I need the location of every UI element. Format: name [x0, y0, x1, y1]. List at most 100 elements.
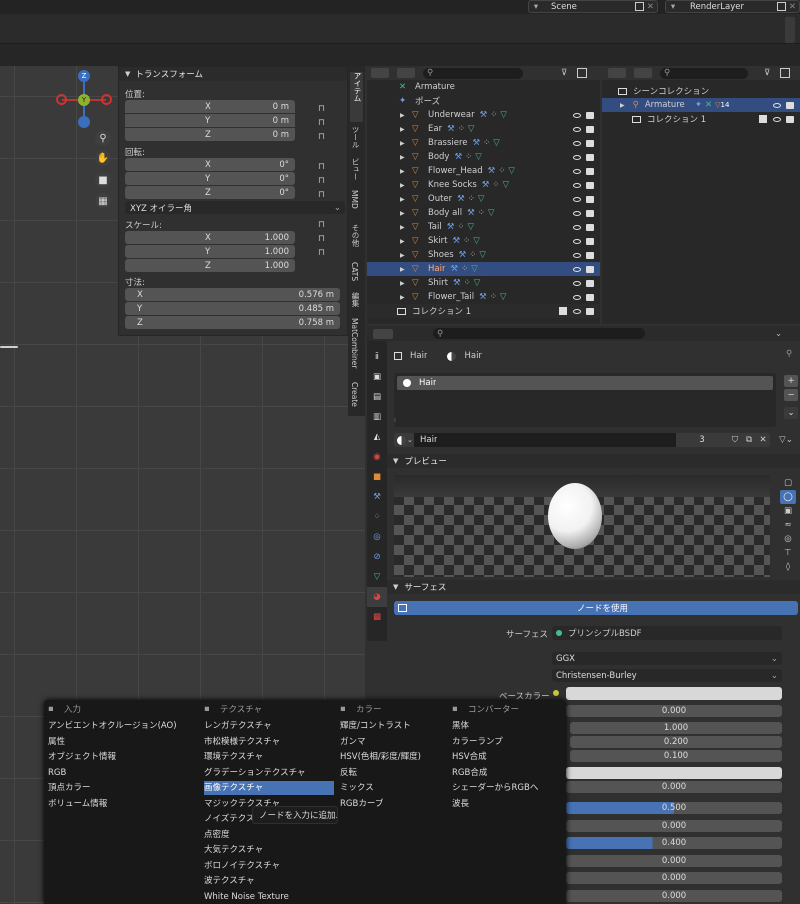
scene-collection-row[interactable]: シーンコレクション	[602, 84, 800, 98]
menu-item[interactable]: RGB合成	[452, 766, 582, 780]
expand-arrow-icon[interactable]: ▶	[400, 112, 410, 119]
outliner-item[interactable]: ▶ ▽ Knee Socks ⚒ ⁘ ▽	[367, 178, 600, 192]
menu-item[interactable]: 反転	[340, 766, 470, 780]
tool-settings-icon[interactable]: ⅱ	[367, 347, 387, 367]
preview-panel-header[interactable]: ▼ プレビュー	[387, 454, 800, 468]
user-count-field[interactable]: 3	[676, 433, 728, 447]
menu-item[interactable]: カラーランプ	[452, 735, 582, 749]
camera-view-icon[interactable]: ■	[95, 172, 111, 188]
grid-view-icon[interactable]: ▦	[95, 193, 111, 209]
data-mesh-icon[interactable]: ▽	[367, 567, 387, 587]
color-swatch[interactable]	[566, 767, 782, 779]
preview-monkey-icon[interactable]: ◎	[780, 532, 796, 546]
object-icon[interactable]: ■	[367, 467, 387, 487]
preview-fluid-icon[interactable]: ◊	[780, 560, 796, 574]
eye-icon[interactable]	[573, 238, 581, 244]
menu-item[interactable]: アンビエントオクルージョン(AO)	[48, 719, 198, 733]
expand-arrow-icon[interactable]: ▶	[620, 102, 625, 109]
eye-icon[interactable]	[773, 116, 781, 122]
base-color-swatch[interactable]	[566, 687, 782, 700]
menu-item[interactable]: 環境テクスチャ	[204, 750, 334, 764]
menu-item[interactable]: 点密度	[204, 828, 334, 842]
property-value-field[interactable]: 0.500	[566, 802, 782, 814]
physics-icon[interactable]: ◎	[367, 527, 387, 547]
outliner-item[interactable]: ▶ ▽ Flower_Tail ⚒ ⁘ ▽	[367, 290, 600, 304]
menu-item[interactable]: 市松模様テクスチャ	[204, 735, 334, 749]
scene-icon[interactable]: ◭	[367, 427, 387, 447]
outliner-item[interactable]: ✦ ポーズ	[367, 94, 600, 108]
copy-scene-icon[interactable]	[634, 2, 644, 11]
menu-item[interactable]: RGBカーブ	[340, 797, 470, 811]
editor-type-icon[interactable]	[373, 328, 393, 339]
tab-view[interactable]: ビュー	[350, 158, 361, 181]
camera-icon[interactable]	[586, 307, 594, 315]
camera-icon[interactable]	[586, 251, 594, 259]
surface-panel-header[interactable]: ▼ サーフェス	[387, 580, 800, 594]
location-z-field[interactable]: Z 0 m	[125, 128, 295, 141]
menu-item[interactable]: 画像テクスチャ	[204, 781, 334, 795]
menu-item[interactable]: 属性	[48, 735, 198, 749]
menu-item[interactable]: ボロノイテクスチャ	[204, 859, 334, 873]
menu-item[interactable]: ボリューム情報	[48, 797, 198, 811]
lock-icon[interactable]: ⊓	[318, 218, 332, 232]
menu-item[interactable]: 波テクスチャ	[204, 874, 334, 888]
eye-icon[interactable]	[573, 182, 581, 188]
rotation-y-field[interactable]: Y 0°	[125, 172, 295, 185]
expand-arrow-icon[interactable]: ▶	[400, 168, 410, 175]
outliner-item[interactable]: ▶ ▽ Brassiere ⚒ ⁘ ▽	[367, 136, 600, 150]
menu-item[interactable]: ガンマ	[340, 735, 470, 749]
menu-item[interactable]: グラデーションテクスチャ	[204, 766, 334, 780]
eye-icon[interactable]	[573, 126, 581, 132]
tab-create[interactable]: Create	[350, 382, 359, 407]
outliner-item[interactable]: ✕ Armature	[367, 80, 600, 94]
editor-type-icon[interactable]	[371, 68, 389, 78]
scale-z-field[interactable]: Z 1.000	[125, 259, 295, 272]
gizmo-y-handle[interactable]: Y	[78, 94, 90, 106]
outliner-search-input[interactable]: ⚲	[660, 67, 748, 79]
checkbox-icon[interactable]	[759, 115, 767, 123]
zoom-icon[interactable]: ⚲	[95, 130, 111, 146]
outliner-item[interactable]: ▶ ▽ Shirt ⚒ ⁘ ▽	[367, 276, 600, 290]
gizmo-x-handle[interactable]	[101, 94, 112, 105]
filter-icon[interactable]: ⊽	[764, 68, 770, 78]
outliner-item[interactable]: ▶ ▽ Body all ⚒ ⁘ ▽	[367, 206, 600, 220]
close-scene-icon[interactable]: ✕	[647, 2, 654, 12]
expand-arrow-icon[interactable]: ▶	[400, 210, 410, 217]
expand-arrow-icon[interactable]: ▶	[400, 266, 410, 273]
collapse-arrow-icon[interactable]: ▼	[393, 583, 398, 591]
property-value-field[interactable]: 0.000	[566, 890, 782, 902]
outliner-item[interactable]: ▶ ▽ Shoes ⚒ ⁘ ▽	[367, 248, 600, 262]
scene-selector[interactable]: ▾ Scene ✕	[528, 0, 658, 13]
property-value-field[interactable]: 0.100	[570, 750, 782, 762]
material-slot-item[interactable]: Hair	[397, 376, 773, 390]
lock-icon[interactable]: ⊓	[318, 130, 332, 144]
property-value-field[interactable]: 0.000	[566, 820, 782, 832]
tab-item[interactable]: アイテム	[350, 72, 363, 122]
unlink-material-icon[interactable]: ✕	[756, 433, 770, 447]
outliner-item[interactable]: ▶ ▽ Body ⚒ ⁘ ▽	[367, 150, 600, 164]
lock-icon[interactable]: ⊓	[318, 188, 332, 202]
menu-item[interactable]: HSV(色相/彩度/輝度)	[340, 750, 470, 764]
close-layer-icon[interactable]: ✕	[789, 2, 796, 12]
display-mode-icon[interactable]	[397, 68, 415, 78]
lock-icon[interactable]: ⊓	[318, 160, 332, 174]
slot-menu-button[interactable]: ⌄	[784, 407, 798, 419]
rotation-mode-select[interactable]: XYZ オイラー角 ⌄	[125, 201, 345, 214]
tab-cats[interactable]: CATS	[350, 262, 359, 281]
texture-icon[interactable]: ▩	[367, 607, 387, 627]
filter-icon[interactable]: ⊽	[561, 68, 567, 78]
camera-icon[interactable]	[586, 223, 594, 231]
expand-arrow-icon[interactable]: ▶	[400, 196, 410, 203]
expand-arrow-icon[interactable]: ▶	[400, 280, 410, 287]
camera-icon[interactable]	[586, 167, 594, 175]
outliner-item[interactable]: ▶ ▽ Flower_Head ⚒ ⁘ ▽	[367, 164, 600, 178]
expand-arrow-icon[interactable]: ▶	[400, 154, 410, 161]
preview-cloth-icon[interactable]: ⊤	[780, 546, 796, 560]
distribution-select[interactable]: GGX ⌄	[552, 652, 782, 665]
property-value-field[interactable]: 1.000	[570, 722, 782, 734]
outliner-item[interactable]: ▶ ▽ Underwear ⚒ ⁘ ▽	[367, 108, 600, 122]
modifier-wrench-icon[interactable]: ⚒	[367, 487, 387, 507]
link-type-icon[interactable]: ▽⌄	[776, 433, 796, 447]
expand-arrow-icon[interactable]: ▶	[400, 224, 410, 231]
preview-flat-icon[interactable]: ▢	[780, 476, 796, 490]
